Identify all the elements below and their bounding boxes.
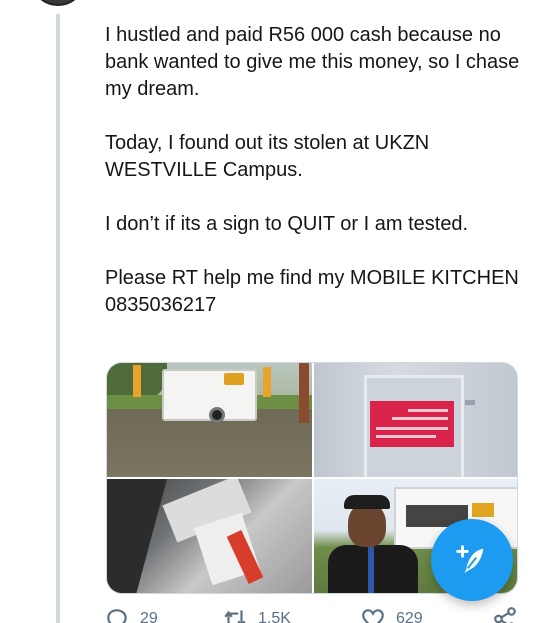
share-icon xyxy=(494,607,516,623)
person-head xyxy=(348,503,386,547)
tweet-paragraph: Today, I found out its stolen at UKZN WE… xyxy=(105,132,430,181)
flag-shape xyxy=(133,365,141,397)
tweet-text: I hustled and paid R56 000 cash because … xyxy=(105,22,525,319)
tweet-paragraph: I hustled and paid R56 000 cash because … xyxy=(105,24,520,100)
lanyard-shape xyxy=(368,545,374,593)
feather-plus-icon xyxy=(456,545,484,574)
post-shape xyxy=(299,363,309,423)
tweet-actions: 29 1.5K 629 xyxy=(104,606,524,623)
reply-button[interactable]: 29 xyxy=(104,606,158,623)
like-button[interactable]: 629 xyxy=(360,606,423,623)
sign-text-line xyxy=(376,435,436,438)
heart-icon xyxy=(362,609,384,623)
cap-shape xyxy=(344,495,390,509)
tweet-paragraph: I don’t if its a sign to QUIT or I am te… xyxy=(105,213,469,235)
avatar[interactable] xyxy=(30,0,86,6)
reply-count: 29 xyxy=(140,610,158,623)
trailer-logo xyxy=(472,503,494,517)
share-button[interactable] xyxy=(492,606,518,623)
trailer-logo xyxy=(224,373,244,385)
compose-tweet-button[interactable] xyxy=(431,519,513,601)
thread-line xyxy=(56,14,60,623)
contact-sign xyxy=(370,401,454,447)
door-handle xyxy=(465,400,475,405)
trailer-photo[interactable] xyxy=(107,363,312,477)
tweet-paragraph: Please RT help me find my MOBILE KITCHEN… xyxy=(105,267,519,316)
flag-shape xyxy=(263,367,271,397)
kitchen-interior-photo[interactable] xyxy=(107,479,312,593)
sign-text-line xyxy=(376,427,448,430)
sign-text-line xyxy=(392,417,448,420)
wheel-shape xyxy=(209,407,225,423)
retweet-icon xyxy=(224,610,246,623)
sign-text-line xyxy=(408,409,448,412)
trailer-sign-photo[interactable] xyxy=(314,363,517,477)
reply-icon xyxy=(107,609,127,623)
retweet-count: 1.5K xyxy=(258,610,291,623)
interior-shadow xyxy=(107,479,167,593)
like-count: 629 xyxy=(396,610,423,623)
retweet-button[interactable]: 1.5K xyxy=(222,606,291,623)
